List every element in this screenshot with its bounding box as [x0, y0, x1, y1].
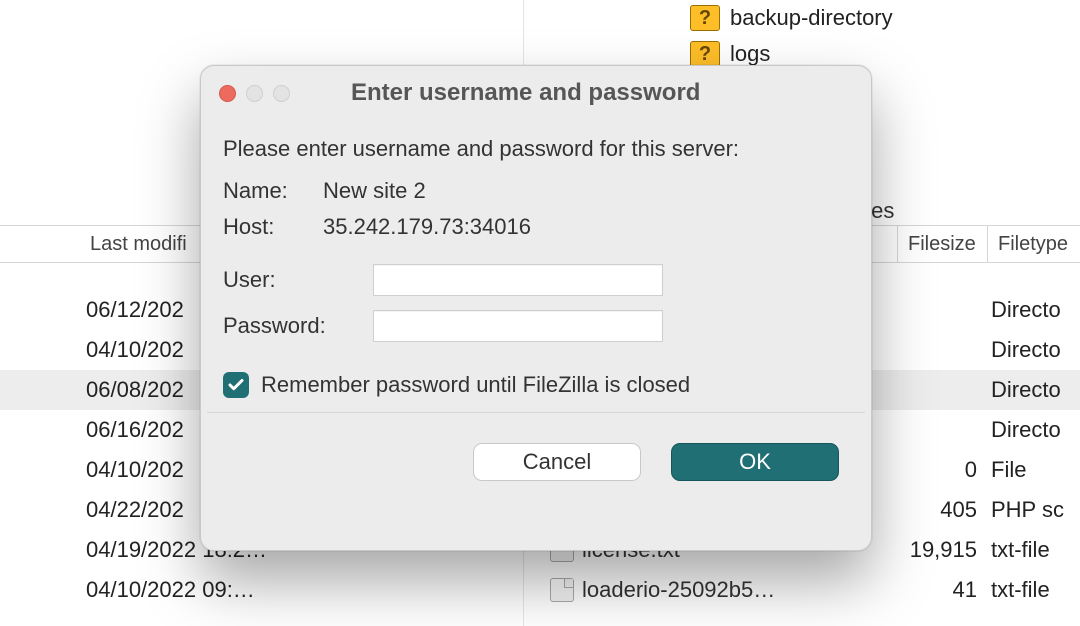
col-last-modified[interactable]: Last modifi [0, 226, 220, 262]
file-icon [550, 578, 574, 602]
dialog-titlebar: Enter username and password [201, 66, 871, 120]
name-value: New site 2 [323, 178, 426, 204]
cell-type: File [985, 457, 1080, 483]
password-input[interactable] [373, 310, 663, 342]
cell-type: PHP sc [985, 497, 1080, 523]
col-filetype[interactable]: Filetype [987, 226, 1080, 262]
remember-label: Remember password until FileZilla is clo… [261, 372, 690, 398]
cell-type: Directo [985, 297, 1080, 323]
folder-question-icon [690, 5, 720, 31]
cell-type: Directo [985, 377, 1080, 403]
info-row-host: Host: 35.242.179.73:34016 [223, 214, 849, 240]
check-icon [227, 376, 245, 394]
cell-size: 19,915 [890, 537, 985, 563]
cell-type: txt-file [985, 577, 1080, 603]
cell-type: txt-file [985, 537, 1080, 563]
cell-name: loaderio-25092b5… [550, 577, 890, 603]
remember-row: Remember password until FileZilla is clo… [223, 372, 849, 398]
remote-item-label: logs [730, 41, 770, 67]
cancel-button[interactable]: Cancel [473, 443, 641, 481]
window-controls [219, 85, 290, 102]
password-field-row: Password: [223, 310, 849, 342]
folder-question-icon [690, 41, 720, 67]
remote-items-partial: backup-directory logs [690, 0, 893, 72]
close-icon[interactable] [219, 85, 236, 102]
dialog-body: Please enter username and password for t… [201, 120, 871, 398]
minimize-icon [246, 85, 263, 102]
dialog-instruction: Please enter username and password for t… [223, 136, 849, 162]
file-name-label: loaderio-25092b5… [582, 577, 775, 603]
remember-checkbox[interactable] [223, 372, 249, 398]
dialog-footer: Cancel OK [201, 413, 871, 481]
ok-button[interactable]: OK [671, 443, 839, 481]
cell-size: 0 [890, 457, 985, 483]
cell-type: Directo [985, 337, 1080, 363]
cell-date: 04/10/2022 09:… [0, 577, 520, 603]
remote-item[interactable]: backup-directory [690, 0, 893, 36]
info-row-name: Name: New site 2 [223, 178, 849, 204]
col-filesize[interactable]: Filesize [897, 226, 987, 262]
user-input[interactable] [373, 264, 663, 296]
password-label: Password: [223, 313, 373, 339]
dialog-title: Enter username and password [306, 79, 853, 107]
user-label: User: [223, 267, 373, 293]
zoom-icon [273, 85, 290, 102]
host-label: Host: [223, 214, 323, 240]
cell-size: 405 [890, 497, 985, 523]
cell-type: Directo [985, 417, 1080, 443]
user-field-row: User: [223, 264, 849, 296]
cell-size: 41 [890, 577, 985, 603]
host-value: 35.242.179.73:34016 [323, 214, 531, 240]
remote-item-label: backup-directory [730, 5, 893, 31]
credentials-dialog: Enter username and password Please enter… [200, 65, 872, 551]
name-label: Name: [223, 178, 323, 204]
table-row[interactable]: 04/10/2022 09:… loaderio-25092b5… 41txt-fi… [0, 570, 1080, 610]
